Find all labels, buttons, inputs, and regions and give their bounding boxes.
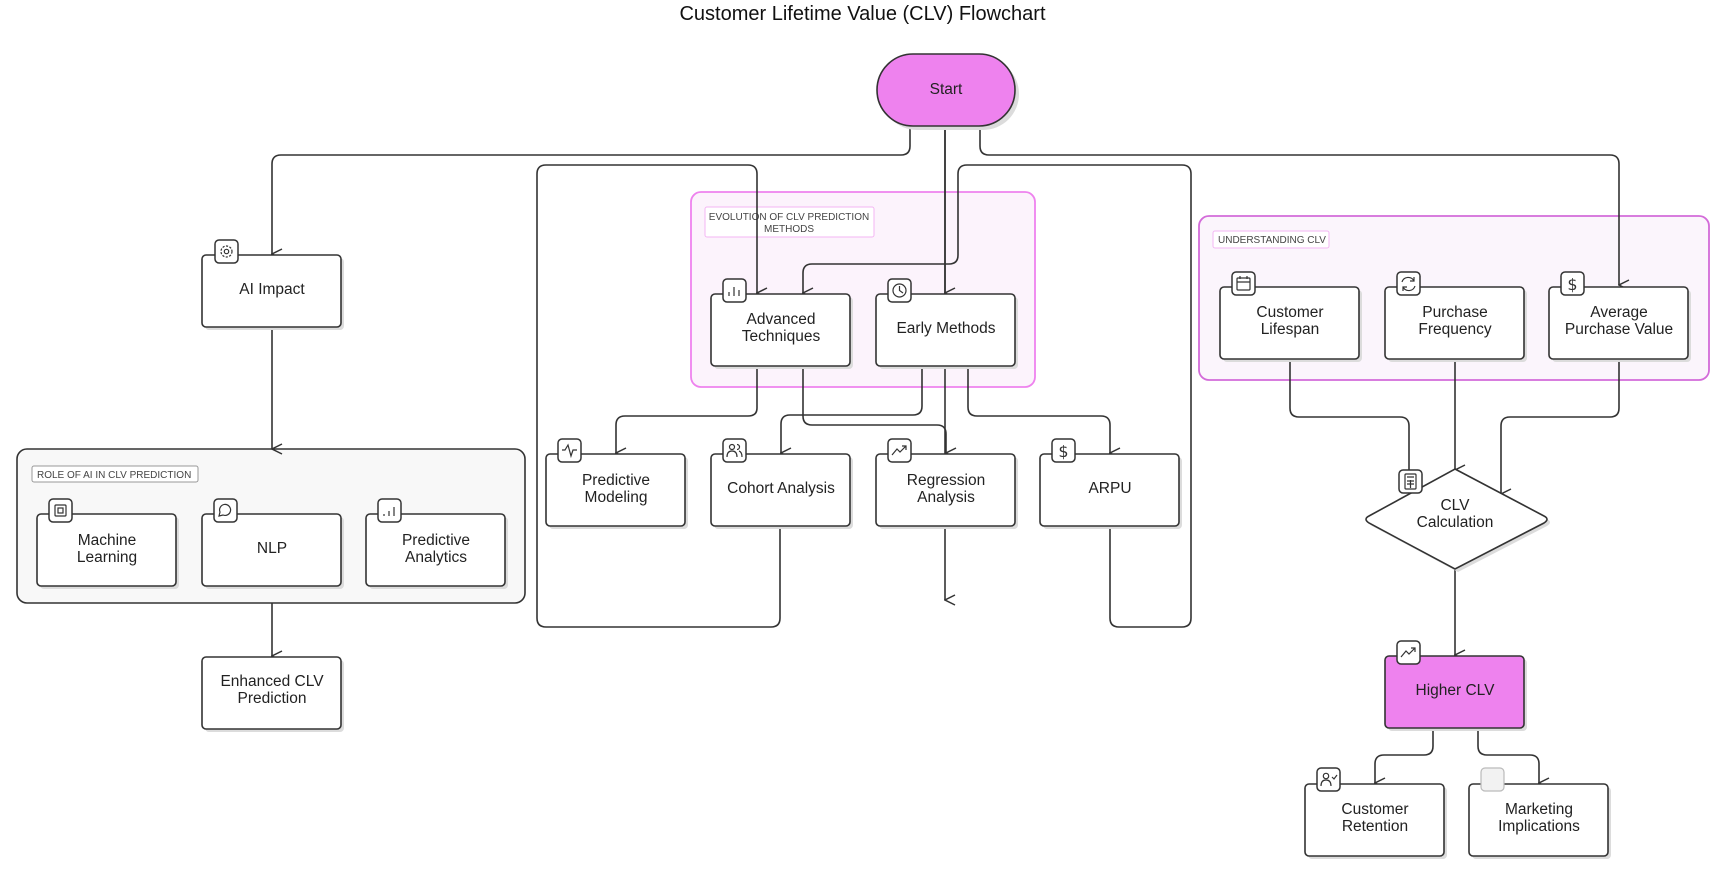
node-clv-calculation[interactable]: CLV Calculation (1365, 468, 1550, 572)
node-cohort-label: Cohort Analysis (727, 480, 835, 497)
node-higher-clv-label: Higher CLV (1416, 682, 1496, 699)
node-start[interactable]: Start (876, 53, 1019, 130)
node-clv-calc-line2: Calculation (1417, 514, 1494, 531)
users-icon (722, 438, 747, 463)
chat-bubble-icon (213, 498, 238, 523)
node-frequency-line1: Purchase (1422, 304, 1487, 321)
node-regression-line1: Regression (907, 472, 985, 489)
cpu-icon (48, 498, 73, 523)
blank-icon (1480, 767, 1505, 792)
bar-chart-icon (377, 498, 402, 523)
node-marketing-line2: Implications (1498, 818, 1580, 835)
group-label-evolution-2: METHODS (764, 224, 814, 235)
node-pm-line1: Predictive (582, 472, 650, 489)
gear-icon (214, 239, 239, 264)
node-clv-calc-line1: CLV (1440, 497, 1470, 514)
node-enhanced-clv[interactable]: Enhanced CLV Prediction (201, 656, 344, 732)
node-advanced-line1: Advanced (747, 311, 816, 328)
node-enhanced-line2: Prediction (238, 690, 307, 707)
node-pa-line1: Predictive (402, 532, 470, 549)
svg-text:$: $ (1567, 275, 1577, 294)
node-regression-analysis[interactable]: Regression Analysis (875, 438, 1018, 529)
group-label-evolution-1: EVOLUTION OF CLV PREDICTION (709, 212, 869, 223)
trending-up-icon (887, 438, 912, 463)
user-check-icon (1316, 767, 1341, 792)
refresh-icon (1396, 271, 1421, 296)
bar-chart-icon (722, 278, 747, 303)
edge-arpu-early (1106, 164, 1192, 628)
clock-icon (887, 278, 912, 303)
node-regression-line2: Analysis (917, 489, 975, 506)
node-arpu[interactable]: ARPU $ (1039, 438, 1182, 529)
group-label-understanding: UNDERSTANDING CLV (1218, 235, 1326, 246)
node-ai-impact[interactable]: AI Impact (201, 239, 344, 330)
svg-text:$: $ (1058, 442, 1068, 461)
node-pa-line2: Analytics (405, 549, 467, 566)
node-ml-line2: Learning (77, 549, 137, 566)
node-customer-retention[interactable]: Customer Retention (1304, 767, 1447, 859)
node-arpu-label: ARPU (1088, 480, 1131, 497)
node-frequency-line2: Frequency (1418, 321, 1491, 338)
node-lifespan-line1: Customer (1256, 304, 1323, 321)
node-early-label: Early Methods (896, 320, 995, 337)
node-nlp-label: NLP (257, 540, 287, 557)
node-retention-line1: Customer (1341, 801, 1408, 818)
node-cohort-analysis[interactable]: Cohort Analysis (710, 438, 853, 529)
node-apv-line1: Average (1590, 304, 1647, 321)
dollar-icon: $ (1560, 271, 1585, 296)
node-higher-clv[interactable]: Higher CLV (1384, 640, 1527, 731)
node-retention-line2: Retention (1342, 818, 1408, 835)
node-pm-line2: Modeling (585, 489, 648, 506)
calculator-icon (1398, 469, 1423, 494)
activity-icon (557, 438, 582, 463)
node-predictive-modeling[interactable]: Predictive Modeling (545, 438, 688, 529)
node-ai-impact-label: AI Impact (239, 281, 305, 298)
node-marketing-implications[interactable]: Marketing Implications (1468, 767, 1611, 859)
dollar-icon: $ (1051, 438, 1076, 463)
node-ml-line1: Machine (78, 532, 137, 549)
node-enhanced-line1: Enhanced CLV (220, 673, 324, 690)
node-start-label: Start (930, 81, 963, 98)
group-label-role-of-ai: ROLE OF AI IN CLV PREDICTION (37, 470, 191, 481)
node-marketing-line1: Marketing (1505, 801, 1573, 818)
trending-up-icon (1396, 640, 1421, 665)
edge-higher-retention (1375, 728, 1434, 783)
node-lifespan-line2: Lifespan (1261, 321, 1320, 338)
node-advanced-line2: Techniques (742, 328, 821, 345)
calendar-icon (1231, 271, 1256, 296)
node-apv-line2: Purchase Value (1565, 321, 1673, 338)
